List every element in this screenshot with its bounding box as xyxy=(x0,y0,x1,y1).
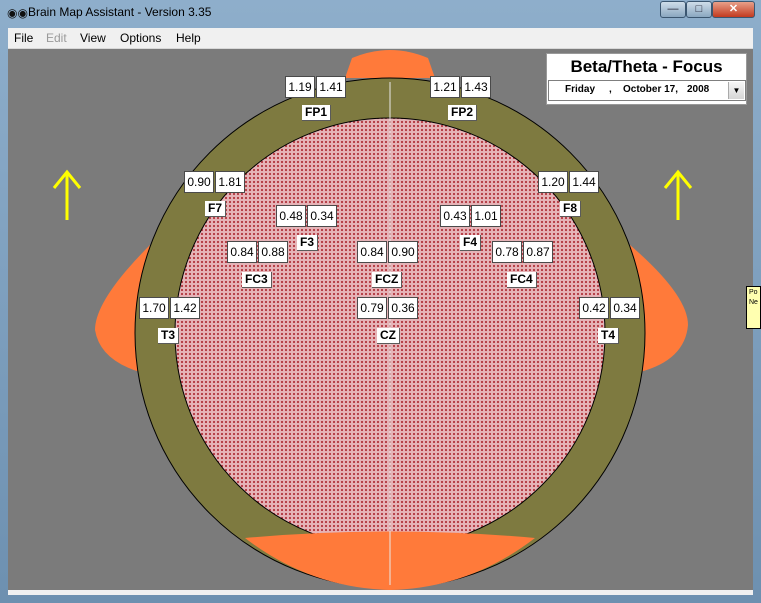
f3-value-1: 0.48 xyxy=(276,205,306,227)
arrow-up-icon xyxy=(52,169,82,220)
side-note[interactable]: Po Ne xyxy=(746,286,761,329)
fp2-value-1: 1.21 xyxy=(430,76,460,98)
date-day: Friday xyxy=(565,84,596,95)
date-year: 2008 xyxy=(687,84,710,95)
t4-value-2: 0.34 xyxy=(610,297,640,319)
fc4-value-2: 0.87 xyxy=(523,241,553,263)
fp1-value-1: 1.19 xyxy=(285,76,315,98)
fcz-value-1: 0.84 xyxy=(357,241,387,263)
f7-value-2: 1.81 xyxy=(215,171,245,193)
site-f4-label: F4 xyxy=(460,235,482,251)
fp2-value-2: 1.43 xyxy=(461,76,491,98)
site-fcz-label: FCZ xyxy=(372,272,403,288)
fc3-value-1: 0.84 xyxy=(227,241,257,263)
site-fc3-label: FC3 xyxy=(242,272,272,288)
fc4-value-1: 0.78 xyxy=(492,241,522,263)
chevron-down-icon[interactable]: ▼ xyxy=(728,82,744,99)
f4-value-1: 0.43 xyxy=(440,205,470,227)
f7-value-1: 0.90 xyxy=(184,171,214,193)
site-f7-label: F7 xyxy=(205,201,227,217)
site-fp2-label: FP2 xyxy=(448,105,478,121)
site-f3-label: F3 xyxy=(297,235,319,251)
cz-value-2: 0.36 xyxy=(388,297,418,319)
t4-value-1: 0.42 xyxy=(579,297,609,319)
site-fp1-label: FP1 xyxy=(302,105,332,121)
fc3-value-2: 0.88 xyxy=(258,241,288,263)
f8-value-1: 1.20 xyxy=(538,171,568,193)
f8-value-2: 1.44 xyxy=(569,171,599,193)
f3-value-2: 0.34 xyxy=(307,205,337,227)
t3-value-1: 1.70 xyxy=(139,297,169,319)
site-f8-label: F8 xyxy=(560,201,582,217)
site-cz-label: CZ xyxy=(377,328,400,344)
fp1-value-2: 1.41 xyxy=(316,76,346,98)
arrow-up-icon xyxy=(663,169,693,220)
date-picker[interactable]: Friday , October 17, 2008 ▼ xyxy=(548,80,746,101)
date-month-day: October 17, xyxy=(623,84,679,95)
date-separator: , xyxy=(609,84,612,95)
f4-value-2: 1.01 xyxy=(471,205,501,227)
site-t3-label: T3 xyxy=(158,328,180,344)
t3-value-2: 1.42 xyxy=(170,297,200,319)
nose-shape xyxy=(345,50,435,78)
cz-value-1: 0.79 xyxy=(357,297,387,319)
protocol-title: Beta/Theta - Focus xyxy=(570,57,723,76)
site-t4-label: T4 xyxy=(598,328,620,344)
site-fc4-label: FC4 xyxy=(507,272,537,288)
fcz-value-2: 0.90 xyxy=(388,241,418,263)
